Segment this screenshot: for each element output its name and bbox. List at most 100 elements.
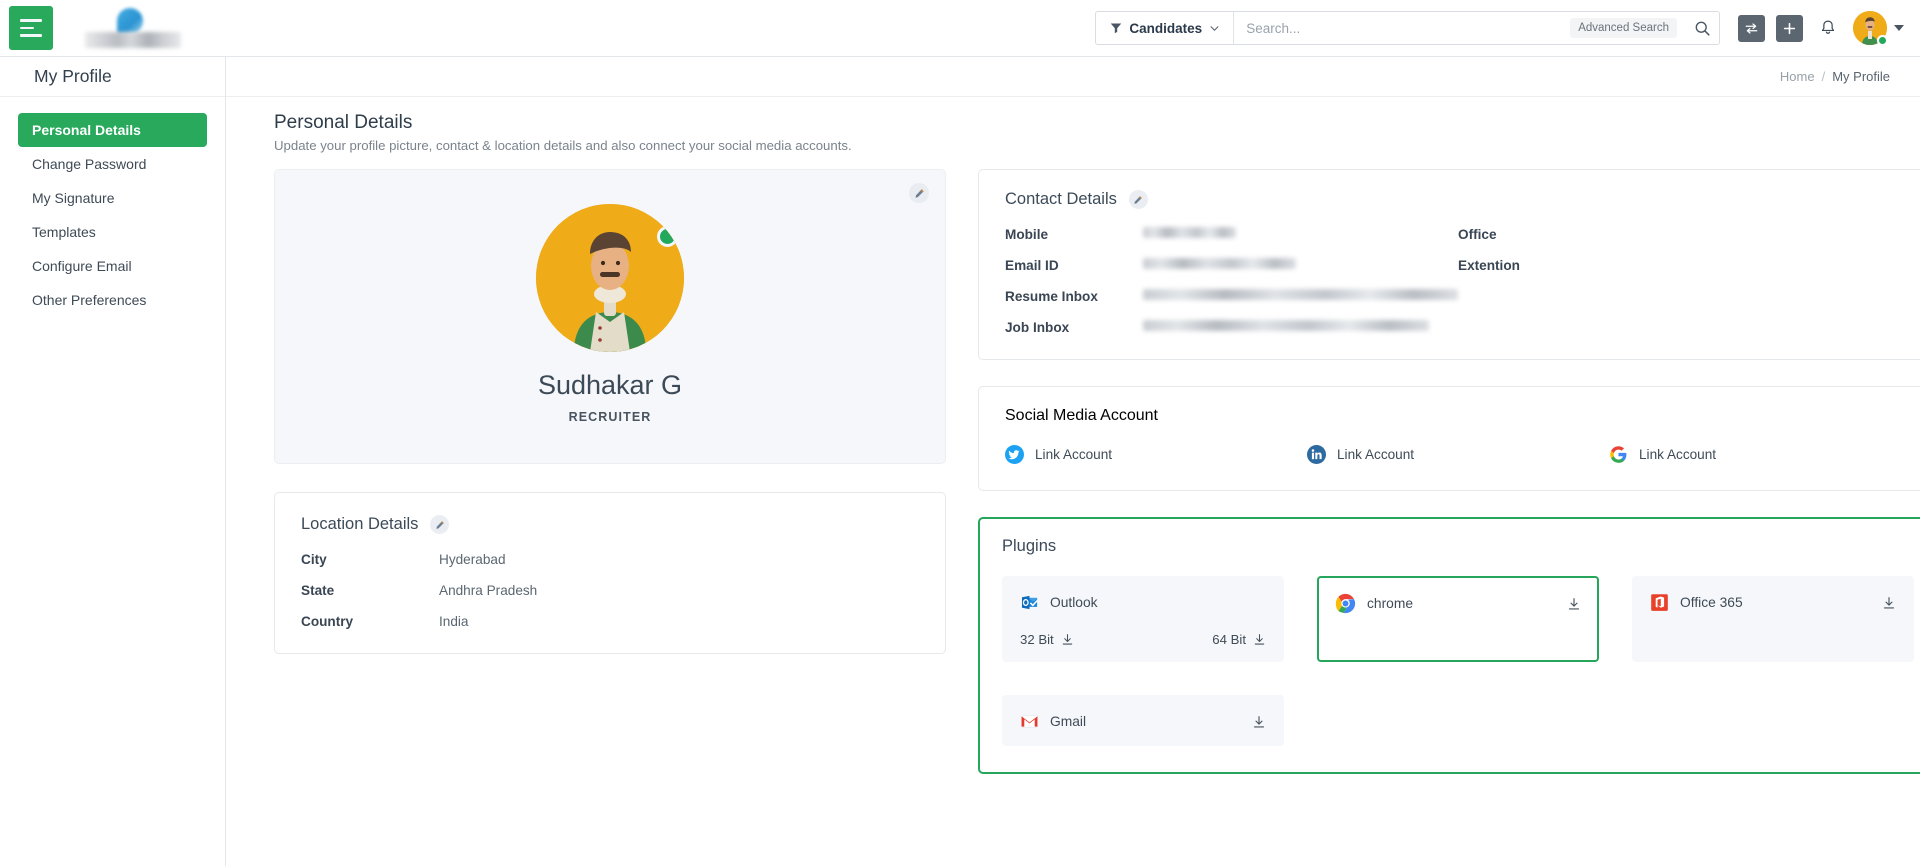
edit-profile-button[interactable] (909, 183, 929, 203)
contact-key: Resume Inbox (1005, 289, 1098, 304)
search-scope-label: Candidates (1129, 20, 1203, 36)
plugin-tile-gmail[interactable]: Gmail (1002, 695, 1284, 746)
hamburger-icon (20, 19, 42, 22)
breadcrumb-separator: / (1821, 69, 1826, 84)
link-google-account[interactable]: Link Account (1609, 445, 1911, 464)
plugin-name: chrome (1367, 596, 1414, 611)
location-key: Country (301, 614, 354, 629)
top-header: Candidates Advanced Search (0, 0, 1920, 57)
funnel-icon (1111, 23, 1122, 34)
plus-icon (1783, 22, 1796, 34)
profile-online-status-dot (657, 226, 678, 247)
download-outlook-64bit[interactable]: 64 Bit (1212, 632, 1266, 647)
sidebar-item-configure-email[interactable]: Configure Email (18, 249, 207, 283)
plugin-grid-spacer (1317, 695, 1599, 746)
social-accounts-row: Link Account Link Account Link Account (1005, 445, 1911, 464)
search-scope-dropdown[interactable]: Candidates (1096, 12, 1235, 44)
sidebar-title: My Profile (0, 57, 225, 97)
left-sidebar: My Profile Personal Details Change Passw… (0, 57, 226, 866)
plugin-tile-outlook[interactable]: Outlook 32 Bit 64 Bit (1002, 576, 1284, 662)
contact-key: Email ID (1005, 258, 1059, 273)
user-avatar-button[interactable] (1853, 11, 1888, 46)
plugin-name: Gmail (1050, 714, 1087, 729)
plugin-tile-office365[interactable]: Office 365 (1632, 576, 1914, 662)
social-card-title: Social Media Account (1005, 407, 1158, 424)
sidebar-item-personal-details[interactable]: Personal Details (18, 113, 207, 147)
breadcrumb: Home / My Profile (226, 57, 1920, 97)
plugins-grid: Outlook 32 Bit 64 Bit chrome Office 365 … (1002, 576, 1914, 746)
advanced-search-button[interactable]: Advanced Search (1570, 18, 1677, 38)
download-gmail-plugin[interactable] (1252, 715, 1266, 729)
variant-label: 64 Bit (1212, 632, 1246, 647)
search-input[interactable] (1234, 12, 1571, 44)
page-title: Personal Details (274, 112, 413, 133)
contact-row-mobile: Mobile (1005, 227, 1458, 242)
sidebar-nav: Personal Details Change Password My Sign… (0, 97, 225, 317)
sidebar-item-other-preferences[interactable]: Other Preferences (18, 283, 207, 317)
location-key: City (301, 552, 327, 567)
plugin-header: Office 365 (1650, 593, 1896, 612)
swap-icon (1745, 22, 1758, 34)
location-details-card: Location Details City Hyderabad State An… (274, 492, 946, 654)
hamburger-menu-button[interactable] (9, 6, 53, 50)
profile-avatar[interactable] (536, 204, 684, 352)
user-menu-chevron-icon[interactable] (1894, 25, 1904, 31)
contact-column-right: Office Extention (1458, 227, 1911, 335)
sidebar-item-my-signature[interactable]: My Signature (18, 181, 207, 215)
contact-card-header: Contact Details (1005, 190, 1911, 209)
sidebar-item-change-password[interactable]: Change Password (18, 147, 207, 181)
contact-grid: Mobile Email ID Resume Inbox Job Inbox O… (1005, 227, 1911, 335)
plugin-name: Office 365 (1680, 595, 1743, 610)
location-row-city: City Hyderabad (301, 552, 919, 567)
chevron-down-icon (1210, 25, 1219, 31)
contact-key: Mobile (1005, 227, 1049, 242)
google-icon (1610, 446, 1627, 463)
plugin-tile-chrome[interactable]: chrome (1317, 576, 1599, 662)
link-twitter-account[interactable]: Link Account (1005, 445, 1307, 464)
social-link-label: Link Account (1337, 447, 1415, 462)
profile-role: RECRUITER (568, 410, 652, 424)
notifications-button[interactable] (1814, 15, 1841, 42)
location-card-header: Location Details (301, 515, 919, 534)
logo-wordmark (85, 32, 181, 48)
contact-row-office: Office (1458, 227, 1911, 242)
plugin-variants: 32 Bit 64 Bit (1020, 632, 1266, 647)
download-icon (1062, 634, 1072, 645)
pencil-icon (915, 188, 924, 198)
right-column: Contact Details Mobile Email ID Resume I… (978, 169, 1920, 774)
logo-mark-icon (117, 8, 143, 34)
contact-key: Office (1458, 227, 1497, 242)
twitter-icon (1005, 445, 1024, 464)
link-linkedin-account[interactable]: Link Account (1307, 445, 1609, 464)
switch-account-button[interactable] (1738, 14, 1765, 42)
download-chrome-plugin[interactable] (1567, 597, 1581, 611)
download-outlook-32bit[interactable]: 32 Bit (1020, 632, 1074, 647)
search-submit-button[interactable] (1685, 12, 1719, 44)
contact-key: Job Inbox (1005, 320, 1070, 335)
pencil-icon (1134, 195, 1143, 204)
chrome-icon (1335, 593, 1356, 614)
sidebar-item-templates[interactable]: Templates (18, 215, 207, 249)
online-status-dot (1877, 35, 1888, 46)
social-link-label: Link Account (1035, 447, 1113, 462)
contact-details-card: Contact Details Mobile Email ID Resume I… (978, 169, 1920, 360)
plugin-header: Outlook (1020, 593, 1266, 612)
variant-label: 32 Bit (1020, 632, 1054, 647)
linkedin-icon (1307, 445, 1326, 464)
contact-row-extention: Extention (1458, 258, 1911, 273)
gmail-icon (1021, 715, 1038, 728)
quick-add-button[interactable] (1776, 14, 1803, 42)
contact-row-email: Email ID (1005, 258, 1458, 273)
plugin-header: chrome (1335, 593, 1581, 614)
edit-contact-button[interactable] (1128, 190, 1148, 209)
edit-location-button[interactable] (430, 515, 450, 534)
download-icon (1254, 634, 1265, 645)
download-office365-plugin[interactable] (1882, 596, 1896, 610)
company-logo[interactable] (85, 6, 181, 50)
breadcrumb-home-link[interactable]: Home (1780, 69, 1815, 84)
profile-name: Sudhakar G (537, 370, 683, 400)
location-key: State (301, 583, 335, 598)
plugins-card: Plugins Outlook 32 Bit 64 Bit chrome Off… (978, 517, 1920, 774)
global-search-bar: Candidates Advanced Search (1095, 11, 1720, 45)
pencil-icon (436, 520, 444, 529)
